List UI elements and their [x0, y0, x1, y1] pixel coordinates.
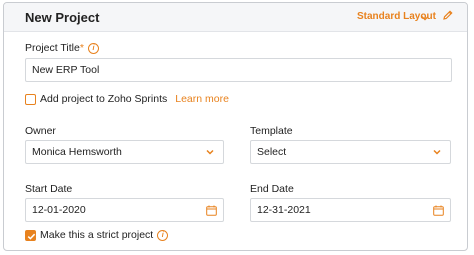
strict-project-checkbox[interactable]	[25, 230, 36, 241]
owner-value: Monica Hemsworth	[32, 146, 122, 158]
project-title-label: Project Title* i	[25, 42, 99, 54]
info-icon[interactable]: i	[87, 43, 99, 54]
template-value: Select	[257, 146, 287, 158]
template-label: Template	[250, 125, 293, 137]
checkmark-icon	[27, 233, 36, 240]
start-date-input[interactable]: 12-01-2020	[25, 198, 224, 222]
project-title-value: New ERP Tool	[32, 64, 100, 76]
chevron-down-icon	[206, 149, 214, 155]
zoho-sprints-checkbox[interactable]	[25, 94, 36, 105]
panel-header: New Project Standard Layout	[4, 3, 467, 32]
panel-title: New Project	[25, 10, 100, 25]
start-date-value: 12-01-2020	[32, 204, 86, 216]
chevron-down-icon	[433, 149, 441, 155]
zoho-sprints-label: Add project to Zoho Sprints	[40, 93, 168, 105]
calendar-icon[interactable]	[433, 205, 444, 216]
learn-more-link[interactable]: Learn more	[175, 93, 229, 105]
owner-select[interactable]: Monica Hemsworth	[25, 140, 224, 164]
calendar-icon[interactable]	[206, 205, 217, 216]
end-date-label: End Date	[250, 183, 294, 195]
new-project-panel: New Project Standard Layout Project Titl…	[3, 2, 468, 251]
strict-project-row: Make this a strict project i	[40, 229, 169, 241]
template-select[interactable]: Select	[250, 140, 451, 164]
required-mark: *	[79, 42, 84, 54]
project-title-label-text: Project Title	[25, 42, 80, 54]
pencil-icon[interactable]	[442, 9, 454, 21]
owner-label: Owner	[25, 125, 56, 137]
strict-project-label: Make this a strict project	[40, 229, 154, 241]
zoho-sprints-row: Add project to Zoho Sprints Learn more	[40, 93, 229, 105]
project-title-input[interactable]: New ERP Tool	[25, 58, 452, 82]
chevron-down-icon[interactable]	[421, 14, 429, 22]
end-date-value: 12-31-2021	[257, 204, 311, 216]
start-date-label: Start Date	[25, 183, 73, 195]
end-date-input[interactable]: 12-31-2021	[250, 198, 451, 222]
info-icon[interactable]: i	[157, 230, 169, 241]
